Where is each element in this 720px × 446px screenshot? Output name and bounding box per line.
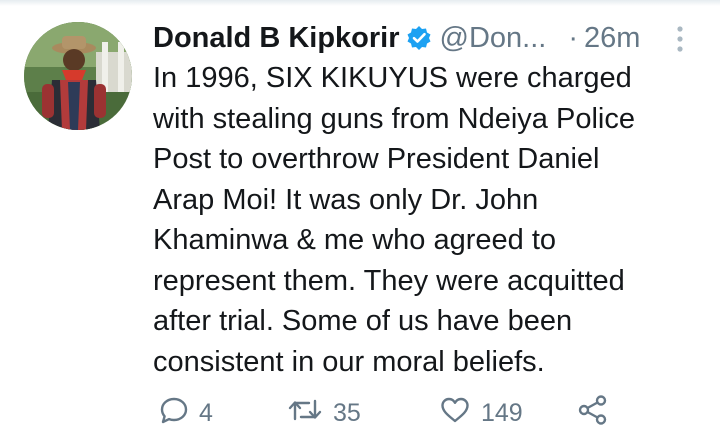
more-vertical-icon[interactable] [672, 24, 688, 54]
share-button[interactable] [577, 393, 609, 433]
avatar[interactable] [24, 22, 132, 130]
reply-icon [159, 395, 189, 432]
author-display-name[interactable]: Donald B Kipkorir [153, 22, 400, 55]
like-count: 149 [481, 398, 523, 427]
author-handle[interactable]: @Don... [440, 22, 547, 55]
verified-badge-icon [406, 25, 432, 51]
tweet-actions: 4 35 149 [153, 393, 693, 433]
retweet-icon [287, 395, 323, 432]
tweet-text: In 1996, SIX KIKUYUS were charged with s… [153, 62, 635, 378]
tweet-card[interactable]: Donald B Kipkorir @Don... · 26m In 1996,… [0, 0, 720, 446]
reply-button[interactable]: 4 [159, 393, 213, 433]
like-button[interactable]: 149 [439, 393, 523, 433]
header-separator: · [568, 21, 578, 54]
tweet-header: Donald B Kipkorir @Don... · 26m [153, 18, 693, 58]
share-icon [577, 394, 609, 433]
timestamp[interactable]: 26m [584, 22, 640, 55]
retweet-button[interactable]: 35 [287, 393, 361, 433]
retweet-count: 35 [333, 398, 361, 427]
reply-count: 4 [199, 398, 213, 427]
heart-icon [439, 395, 471, 432]
top-divider [0, 0, 720, 6]
